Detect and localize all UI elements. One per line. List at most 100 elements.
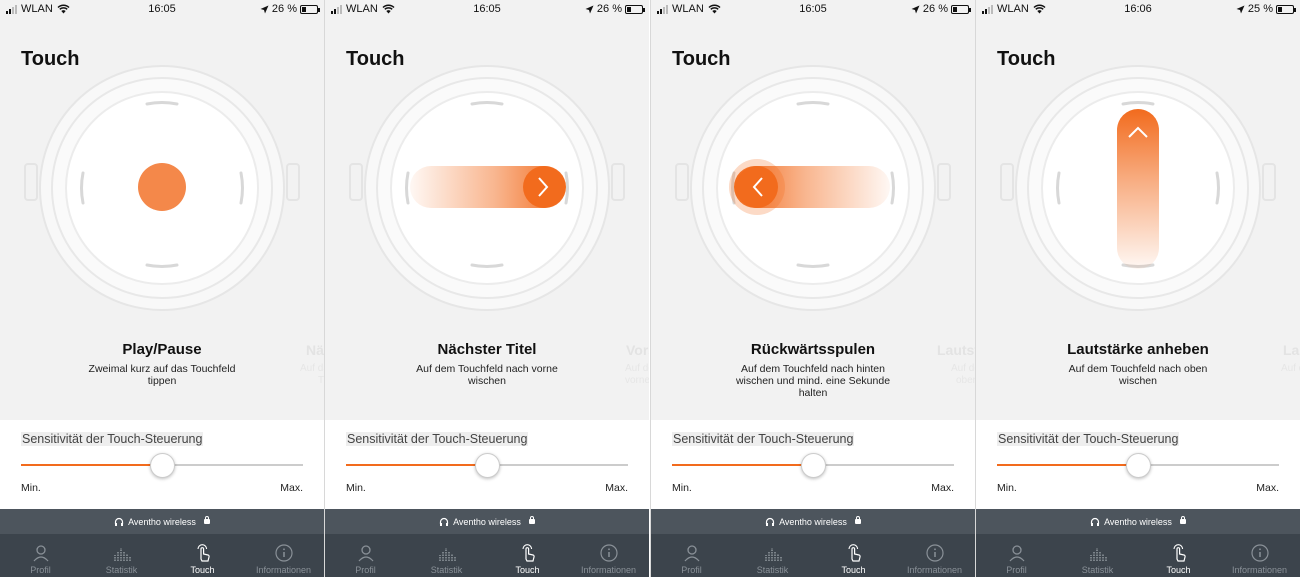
tab-label: Profil — [30, 565, 51, 575]
tab-bar: Profil Statistik Touch Informationen — [0, 534, 324, 577]
tab-profil[interactable]: Profil — [325, 534, 406, 577]
device-name: Aventho wireless — [128, 516, 196, 527]
tab-label: Statistik — [105, 565, 138, 575]
next-card-title: Vorsp — [626, 342, 649, 358]
slider-thumb[interactable] — [149, 453, 175, 478]
battery-icon — [300, 4, 320, 14]
screen-divider — [650, 0, 651, 577]
profile-icon — [1009, 545, 1024, 562]
headphone-earcup-icon — [349, 65, 625, 311]
tab-label: Touch — [515, 565, 540, 575]
slider-thumb[interactable] — [474, 453, 500, 478]
headphones-icon — [114, 517, 124, 526]
touch-icon — [847, 544, 861, 562]
touchpad-visual — [673, 64, 953, 314]
touch-icon — [521, 544, 535, 562]
tab-statistik[interactable]: Statistik — [732, 534, 813, 577]
tab-label: Informationen — [1231, 565, 1288, 575]
statistics-icon — [113, 548, 131, 561]
slider-thumb[interactable] — [800, 453, 826, 478]
statistics-icon — [438, 548, 456, 561]
tab-informationen[interactable]: Informationen — [894, 534, 975, 577]
tab-profil[interactable]: Profil — [651, 534, 732, 577]
statistics-icon — [1089, 548, 1107, 561]
tab-label: Touch — [190, 565, 215, 575]
sensitivity-label: Sensitivität der Touch-Steuerung — [21, 432, 204, 446]
profile-icon — [358, 545, 373, 562]
tab-label: Touch — [841, 565, 866, 575]
touchpad-visual — [998, 64, 1278, 314]
tab-touch[interactable]: Touch — [487, 534, 568, 577]
sensitivity-panel: Sensitivität der Touch-Steuerung Min. Ma… — [325, 420, 649, 509]
touch-icon — [1172, 544, 1186, 562]
lock-icon — [203, 516, 210, 524]
max-label: Max. — [605, 482, 628, 494]
tab-statistik[interactable]: Statistik — [406, 534, 487, 577]
connected-device-bar[interactable]: Aventho wireless — [325, 509, 649, 534]
touch-icon — [196, 544, 210, 562]
slider-fill — [21, 464, 162, 466]
profile-icon — [684, 545, 699, 562]
tab-label: Profil — [1006, 565, 1027, 575]
status-bar: WLAN 16:05 26 % — [325, 0, 649, 20]
profile-icon — [33, 545, 48, 562]
next-card-description-2: oben w — [956, 375, 975, 386]
status-bar: WLAN 16:05 26 % — [651, 0, 975, 20]
headphones-icon — [765, 517, 775, 526]
slider-fill — [997, 464, 1138, 466]
tab-touch[interactable]: Touch — [813, 534, 894, 577]
connected-device-bar[interactable]: Aventho wireless — [651, 509, 975, 534]
device-name: Aventho wireless — [453, 516, 521, 527]
tab-profil[interactable]: Profil — [976, 534, 1057, 577]
tab-label: Informationen — [255, 565, 312, 575]
battery-icon — [951, 4, 971, 14]
min-label: Min. — [997, 482, 1017, 494]
tab-informationen[interactable]: Informationen — [243, 534, 324, 577]
statistics-icon — [764, 548, 782, 561]
function-title: Nächster Titel — [437, 341, 537, 358]
status-bar: WLAN 16:06 25 % — [976, 0, 1300, 20]
slider-thumb[interactable] — [1125, 453, 1151, 478]
tab-touch[interactable]: Touch — [1138, 534, 1219, 577]
tab-informationen[interactable]: Informationen — [1219, 534, 1300, 577]
touchpad-visual — [22, 64, 302, 314]
sensitivity-label: Sensitivität der Touch-Steuerung — [997, 432, 1180, 446]
next-card-description-2: vorne w — [625, 375, 649, 386]
tab-informationen[interactable]: Informationen — [568, 534, 649, 577]
headphones-icon — [439, 517, 449, 526]
info-icon — [599, 544, 618, 562]
battery-icon — [625, 4, 645, 14]
headphones-icon — [1090, 517, 1100, 526]
next-card-description: Auf dem T — [625, 363, 649, 374]
tab-bar: Profil Statistik Touch Informationen — [325, 534, 649, 577]
tab-statistik[interactable]: Statistik — [1057, 534, 1138, 577]
tab-label: Statistik — [430, 565, 463, 575]
max-label: Max. — [280, 482, 303, 494]
device-name: Aventho wireless — [779, 516, 847, 527]
function-title: Play/Pause — [122, 341, 202, 358]
connected-device-bar[interactable]: Aventho wireless — [0, 509, 324, 534]
tab-touch[interactable]: Touch — [162, 534, 243, 577]
screen-play-pause: WLAN 16:05 26 % Touch Play/Pause Zweimal… — [0, 0, 324, 577]
sensitivity-panel: Sensitivität der Touch-Steuerung Min. Ma… — [0, 420, 324, 509]
info-icon — [925, 544, 944, 562]
screen-divider — [975, 0, 976, 577]
tab-profil[interactable]: Profil — [0, 534, 81, 577]
connected-device-bar[interactable]: Aventho wireless — [976, 509, 1300, 534]
tab-label: Statistik — [1081, 565, 1114, 575]
headphone-earcup-icon — [675, 65, 951, 311]
lock-icon — [1179, 516, 1186, 524]
tab-bar: Profil Statistik Touch Informationen — [651, 534, 975, 577]
tab-label: Statistik — [756, 565, 789, 575]
tab-label: Informationen — [906, 565, 963, 575]
device-name: Aventho wireless — [1104, 516, 1172, 527]
next-card-title: Lautst — [937, 342, 975, 358]
tab-statistik[interactable]: Statistik — [81, 534, 162, 577]
min-label: Min. — [672, 482, 692, 494]
function-description: Auf dem Touchfeld nach hinten wischen un… — [735, 363, 891, 399]
sensitivity-panel: Sensitivität der Touch-Steuerung Min. Ma… — [651, 420, 975, 509]
screenshot-strip: WLAN 16:05 26 % Touch Play/Pause Zweimal… — [0, 0, 1300, 577]
tab-label: Touch — [1166, 565, 1191, 575]
battery-icon — [1276, 4, 1296, 14]
screen-divider — [324, 0, 325, 577]
